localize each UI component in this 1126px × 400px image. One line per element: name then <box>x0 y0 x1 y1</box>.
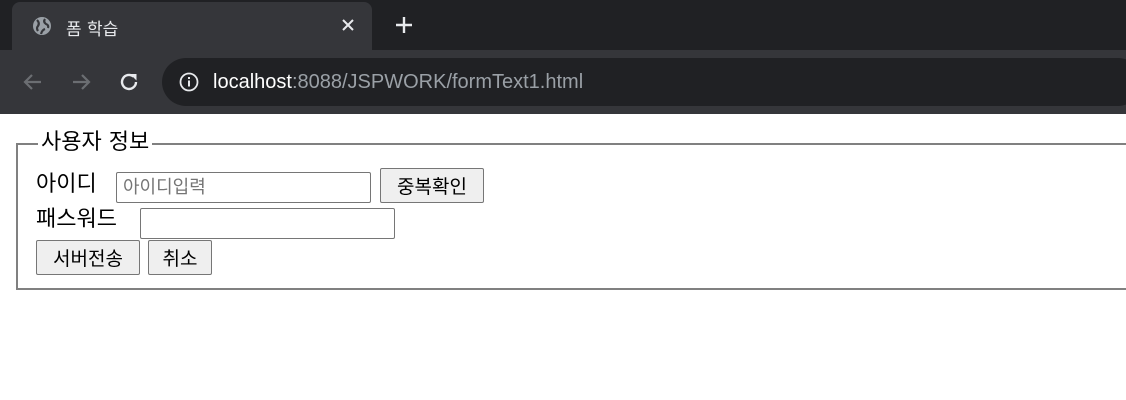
back-arrow-icon[interactable] <box>19 68 47 96</box>
cancel-button[interactable]: 취소 <box>148 240 212 275</box>
password-label: 패스워드 <box>36 207 117 232</box>
reload-icon[interactable] <box>115 68 143 96</box>
browser-tab[interactable]: 폼 학습 <box>12 2 372 50</box>
tab-strip: 폼 학습 <box>0 0 1126 50</box>
info-icon[interactable] <box>179 72 199 92</box>
url-path: :8088/JSPWORK/formText1.html <box>291 71 584 93</box>
url-text[interactable]: localhost:8088/JSPWORK/formText1.html <box>213 71 583 94</box>
tab-title: 폼 학습 <box>66 20 119 40</box>
fieldset-legend: 사용자 정보 <box>38 130 153 156</box>
password-input[interactable] <box>140 208 395 239</box>
url-host: localhost <box>213 71 292 93</box>
browser-toolbar: localhost:8088/JSPWORK/formText1.html <box>0 50 1126 114</box>
close-icon[interactable] <box>338 15 358 35</box>
globe-icon <box>32 16 52 36</box>
page-content: 사용자 정보 아이디 중복확인 패스워드 서버전송 취소 <box>0 114 1126 400</box>
id-label: 아이디 <box>36 172 97 197</box>
id-input[interactable] <box>116 172 371 203</box>
new-tab-icon[interactable] <box>392 13 416 37</box>
submit-button[interactable]: 서버전송 <box>36 240 140 275</box>
duplicate-check-button[interactable]: 중복확인 <box>380 168 484 203</box>
forward-arrow-icon[interactable] <box>67 68 95 96</box>
address-bar[interactable]: localhost:8088/JSPWORK/formText1.html <box>162 58 1126 106</box>
